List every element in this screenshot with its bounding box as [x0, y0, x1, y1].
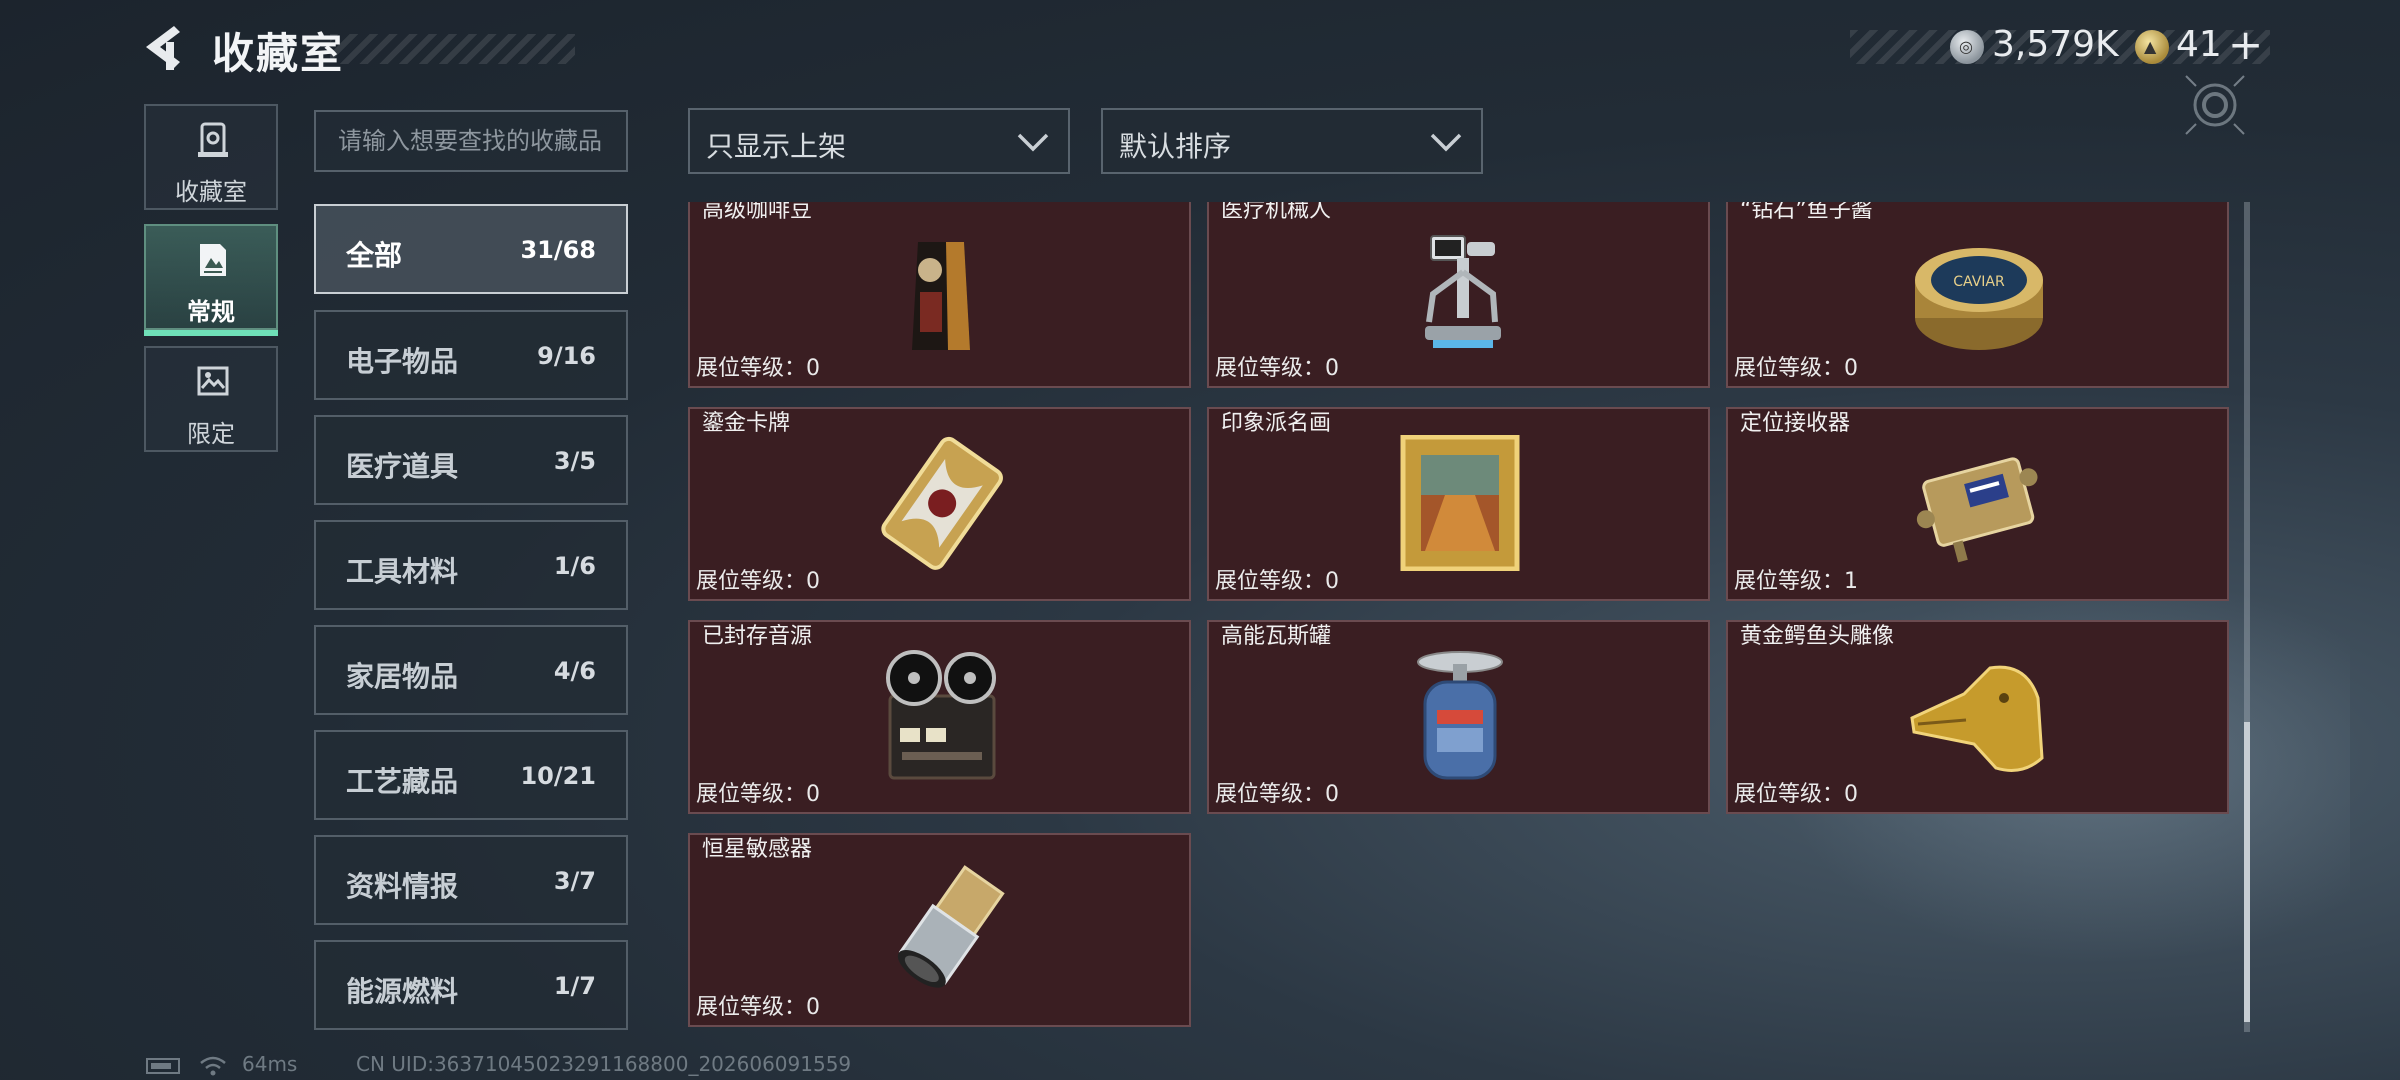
- item-name: 印象派名画: [1221, 411, 1332, 436]
- category-energy[interactable]: 能源燃料 1/7: [314, 940, 628, 1030]
- rail-label: 收藏室: [175, 178, 247, 206]
- category-name: 全部: [346, 239, 403, 272]
- gold-currency-amount: 41: [2176, 24, 2222, 65]
- category-count: 3/7: [553, 867, 596, 895]
- grid-scrollbar[interactable]: [2244, 202, 2250, 1032]
- category-all[interactable]: 全部 31/68: [314, 204, 628, 294]
- limited-image-icon: [197, 366, 229, 396]
- category-medical[interactable]: 医疗道具 3/5: [314, 415, 628, 505]
- category-name: 工艺藏品: [346, 765, 459, 798]
- item-name: 高级咖啡豆: [702, 202, 813, 223]
- collection-item-card[interactable]: 恒星敏感器 展位等级：0: [688, 833, 1191, 1027]
- collection-item-card[interactable]: 黄金鳄鱼头雕像 展位等级：0: [1726, 620, 2229, 814]
- item-name: 鎏金卡牌: [702, 411, 791, 436]
- collection-item-card[interactable]: 高级咖啡豆 展位等级：0: [688, 202, 1191, 388]
- category-tools[interactable]: 工具材料 1/6: [314, 520, 628, 610]
- sort-dropdown[interactable]: 默认排序: [1101, 108, 1483, 174]
- target-settings-icon[interactable]: [2180, 70, 2250, 140]
- category-name: 资料情报: [346, 870, 459, 903]
- display-level: 展位等级：0: [1215, 782, 1339, 807]
- category-name: 能源燃料: [346, 975, 459, 1008]
- collection-item-card[interactable]: 医疗机械人 展位等级：0: [1207, 202, 1710, 388]
- display-level: 展位等级：0: [1215, 569, 1339, 594]
- back-arrow-icon[interactable]: [140, 22, 192, 72]
- display-level: 展位等级：0: [1734, 782, 1858, 807]
- collection-item-card[interactable]: 印象派名画 展位等级：0: [1207, 407, 1710, 601]
- display-level: 展位等级：0: [1734, 356, 1858, 381]
- caviar-tin-icon: CAVIAR: [1915, 248, 2043, 350]
- item-name: 已封存音源: [702, 624, 813, 649]
- category-home[interactable]: 家居物品 4/6: [314, 625, 628, 715]
- gold-crocodile-icon: [1910, 665, 2044, 772]
- wifi-icon: [200, 1056, 226, 1076]
- category-name: 家居物品: [346, 660, 459, 693]
- category-count: 4/6: [553, 657, 596, 685]
- tin-label: CAVIAR: [1953, 274, 2005, 290]
- silver-currency-amount: 3,579K: [1992, 24, 2119, 65]
- rail-tab-collection-room[interactable]: 收藏室: [144, 104, 278, 210]
- display-level: 展位等级：0: [696, 569, 820, 594]
- collection-item-card[interactable]: 高能瓦斯罐 展位等级：0: [1207, 620, 1710, 814]
- user-uid: CN UID:36371045023291168800_202606091559: [356, 1052, 852, 1076]
- rail-tab-regular[interactable]: 常规: [144, 224, 278, 336]
- coffee-bag-icon: [912, 242, 970, 350]
- item-name: 恒星敏感器: [702, 837, 813, 862]
- shelf-filter-dropdown[interactable]: 只显示上架: [688, 108, 1070, 174]
- item-name: 医疗机械人: [1221, 202, 1332, 223]
- category-electronics[interactable]: 电子物品 9/16: [314, 310, 628, 400]
- item-name: “钻石”鱼子酱: [1740, 202, 1873, 223]
- collection-item-card[interactable]: 定位接收器 展位等级：1: [1726, 407, 2229, 601]
- title-decoration: [330, 34, 575, 64]
- regular-document-icon: [200, 244, 226, 276]
- category-count: 31/68: [520, 236, 596, 264]
- gold-coin-icon: ▲: [2135, 30, 2169, 64]
- category-count: 1/6: [553, 552, 596, 580]
- category-count: 3/5: [553, 447, 596, 475]
- category-name: 电子物品: [346, 345, 459, 378]
- display-level: 展位等级：0: [696, 356, 820, 381]
- display-level: 展位等级：0: [696, 995, 820, 1020]
- display-level: 展位等级：0: [696, 782, 820, 807]
- collection-item-card[interactable]: “钻石”鱼子酱 CAVIAR 展位等级：0: [1726, 202, 2229, 388]
- collection-grid: 高级咖啡豆 展位等级：0 医疗机械人 展位等级：0 “钻石”鱼子酱 CAVIAR…: [688, 202, 2248, 1034]
- chevron-down-icon: [1017, 133, 1049, 152]
- add-currency-button[interactable]: +: [2228, 20, 2263, 69]
- collection-item-card[interactable]: 已封存音源 展位等级：0: [688, 620, 1191, 814]
- category-crafts[interactable]: 工艺藏品 10/21: [314, 730, 628, 820]
- category-name: 医疗道具: [346, 450, 459, 483]
- search-input[interactable]: [314, 110, 628, 172]
- item-name: 黄金鳄鱼头雕像: [1740, 624, 1895, 649]
- shelf-filter-label: 只显示上架: [706, 130, 847, 163]
- medical-robot-icon: [1425, 235, 1501, 348]
- category-count: 1/7: [553, 972, 596, 1000]
- collection-item-card[interactable]: 鎏金卡牌 展位等级：0: [688, 407, 1191, 601]
- category-count: 9/16: [537, 342, 596, 370]
- category-intel[interactable]: 资料情报 3/7: [314, 835, 628, 925]
- chevron-down-icon: [1430, 133, 1462, 152]
- locator-receiver-icon: [1916, 457, 2038, 563]
- silver-coin-icon: ◎: [1950, 30, 1984, 64]
- gilded-card-icon: [881, 436, 1003, 570]
- star-sensor-icon: [897, 865, 1005, 988]
- category-name: 工具材料: [346, 555, 459, 588]
- rail-label: 限定: [187, 420, 235, 448]
- scrollbar-thumb[interactable]: [2244, 722, 2250, 1022]
- collection-room-icon: [198, 122, 228, 157]
- page-title: 收藏室: [212, 29, 345, 78]
- rail-label: 常规: [187, 298, 235, 326]
- item-name: 定位接收器: [1740, 411, 1851, 436]
- gas-canister-icon: [1417, 651, 1503, 780]
- item-name: 高能瓦斯罐: [1221, 624, 1332, 649]
- category-count: 10/21: [520, 762, 596, 790]
- reel-recorder-icon: [886, 650, 996, 780]
- display-level: 展位等级：0: [1215, 356, 1339, 381]
- framed-painting-icon: [1400, 435, 1520, 571]
- rail-tab-limited[interactable]: 限定: [144, 346, 278, 452]
- display-level: 展位等级：1: [1734, 569, 1858, 594]
- battery-icon: [146, 1058, 180, 1074]
- ping-readout: 64ms: [242, 1052, 298, 1076]
- sort-label: 默认排序: [1119, 130, 1232, 163]
